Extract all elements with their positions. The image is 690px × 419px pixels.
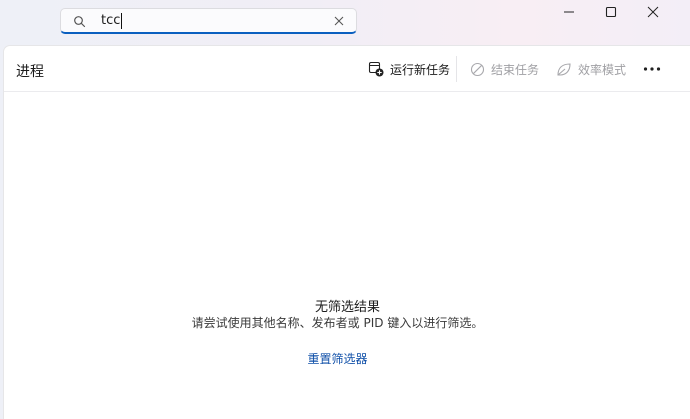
minimize-button[interactable]	[547, 0, 591, 24]
maximize-icon	[605, 6, 617, 18]
end-task-button[interactable]: 结束任务	[470, 58, 539, 80]
more-options-button[interactable]	[642, 61, 662, 77]
end-task-icon	[470, 62, 485, 76]
reset-filter-link[interactable]: 重置筛选器	[4, 350, 671, 367]
run-new-task-icon	[368, 61, 384, 77]
close-icon	[647, 6, 659, 18]
clear-search-icon[interactable]	[333, 15, 345, 27]
leaf-icon	[557, 62, 571, 76]
efficiency-mode-button[interactable]: 效率模式	[556, 58, 626, 80]
close-button[interactable]	[631, 0, 675, 24]
search-box[interactable]: tcc	[60, 8, 357, 34]
search-input[interactable]: tcc	[101, 13, 123, 29]
run-new-task-label: 运行新任务	[390, 62, 451, 77]
empty-state-title: 无筛选结果	[314, 300, 380, 315]
command-bar: 进程 运行新任务 结束任务 效率模式	[4, 46, 690, 92]
page-title: 进程	[16, 64, 44, 80]
search-icon	[74, 16, 86, 28]
maximize-button[interactable]	[589, 0, 633, 24]
toolbar-divider	[456, 56, 457, 82]
minimize-icon	[564, 11, 574, 13]
run-new-task-button[interactable]: 运行新任务	[368, 58, 450, 80]
end-task-label: 结束任务	[491, 62, 540, 77]
empty-state-description: 请尝试使用其他名称、发布者或 PID 键入以进行筛选。	[191, 316, 484, 330]
more-icon	[643, 67, 661, 71]
efficiency-mode-label: 效率模式	[578, 62, 627, 77]
processes-panel: 进程 运行新任务 结束任务 效率模式 无筛选结果 请尝试使用其他名称、发布者或 …	[3, 45, 690, 419]
